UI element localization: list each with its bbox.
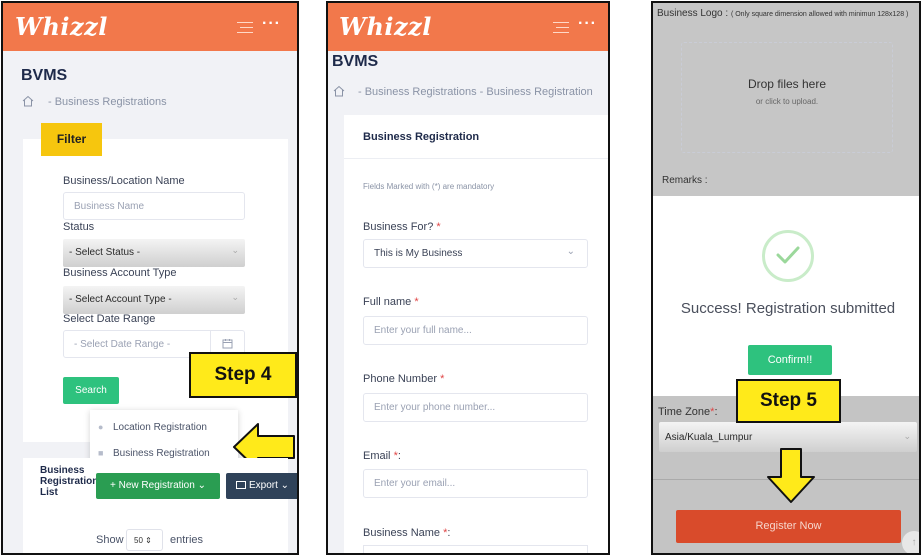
step-5-callout: Step 5 (736, 379, 841, 423)
logo-label-text: Business Logo : (657, 8, 729, 19)
app-logo: Whizzl (15, 12, 108, 41)
success-message: Success! Registration submitted (680, 300, 896, 317)
show-label: Show (96, 534, 124, 546)
more-icon[interactable]: ··· (262, 15, 281, 33)
account-type-value: - Select Account Type - (69, 294, 172, 305)
status-select[interactable]: - Select Status - ⌄ (63, 239, 245, 267)
confirm-button[interactable]: Confirm!! (748, 345, 832, 375)
account-type-label: Business Account Type (63, 267, 177, 279)
business-location-label: Business/Location Name (63, 175, 185, 187)
entries-value: 50 (134, 536, 143, 545)
card-divider (344, 158, 608, 159)
arrow-down-icon (767, 448, 815, 503)
success-dialog: Success! Registration submitted Confirm!… (653, 196, 919, 396)
business-name-label-text: Business Name (363, 527, 441, 539)
tutorial-composite: Whizzl ··· BVMS - Business Registrations… (0, 0, 922, 557)
app-logo: Whizzl (339, 12, 432, 41)
page-title: BVMS (332, 53, 379, 70)
briefcase-icon: ■ (98, 448, 104, 458)
account-type-select[interactable]: - Select Account Type - ⌄ (63, 286, 245, 314)
breadcrumb: - Business Registrations (48, 96, 167, 108)
phone-input[interactable]: Enter your phone number... (363, 393, 588, 422)
chevron-down-icon: ⌄ (903, 431, 911, 441)
timezone-label-text: Time Zone (658, 406, 711, 418)
full-name-label-text: Full name (363, 296, 412, 308)
status-value: - Select Status - (69, 247, 141, 258)
checkmark-icon (776, 246, 800, 264)
date-range-value: - Select Date Range - (74, 339, 171, 350)
mandatory-note: Fields Marked with (*) are mandatory (363, 182, 495, 191)
business-name-label: Business Name *: (363, 527, 450, 539)
date-range-label: Select Date Range (63, 313, 156, 325)
required-mark: * (440, 373, 445, 385)
entries-select[interactable]: 50 ⇕ (126, 529, 163, 551)
panel-registration-form: Whizzl ··· BVMS - Business Registrations… (326, 1, 610, 555)
status-label: Status (63, 221, 95, 233)
required-mark: * (414, 296, 419, 308)
business-for-select[interactable]: This is My Business ⌄ (363, 239, 588, 268)
email-input[interactable]: Enter your email... (363, 469, 588, 498)
app-header: Whizzl ··· (328, 3, 608, 51)
label-colon: : (447, 527, 451, 539)
business-for-label: Business For? * (363, 221, 441, 233)
stepper-icon: ⇕ (145, 536, 152, 545)
search-button[interactable]: Search (63, 377, 119, 404)
register-now-button[interactable]: Register Now (676, 510, 901, 543)
new-registration-button[interactable]: + New Registration ⌄ (96, 473, 220, 499)
email-label: Email *: (363, 450, 401, 462)
location-pin-icon: ● (98, 422, 104, 432)
export-icon (236, 481, 246, 490)
menu-icon[interactable] (237, 22, 253, 33)
step-4-callout: Step 4 (189, 352, 297, 398)
business-name-input[interactable]: Business Name (63, 192, 245, 220)
menu-icon[interactable] (553, 22, 569, 33)
panel-success: Business Logo : ( Only square dimension … (651, 1, 921, 555)
label-colon: : (397, 450, 401, 462)
more-icon[interactable]: ··· (578, 15, 597, 33)
logo-label: Business Logo : ( Only square dimension … (657, 7, 915, 21)
app-header: Whizzl ··· (3, 3, 297, 51)
chevron-down-icon: ⌄ (566, 246, 575, 257)
list-title: Business Registration List (40, 465, 99, 498)
scroll-top-icon[interactable]: ↑ (902, 531, 919, 553)
phone-label-text: Phone Number (363, 373, 437, 385)
filter-tab[interactable]: Filter (41, 123, 102, 156)
required-mark: * (436, 221, 441, 233)
business-for-value: This is My Business (374, 248, 463, 259)
chevron-down-icon: ⌄ (231, 245, 239, 255)
chevron-down-icon: ⌄ (231, 292, 239, 302)
full-name-label: Full name * (363, 296, 419, 308)
business-for-label-text: Business For? (363, 221, 434, 233)
timezone-value: Asia/Kuala_Lumpur (665, 432, 753, 443)
timezone-label: Time Zone*: (658, 406, 718, 418)
card-title: Business Registration (363, 131, 480, 143)
page-title: BVMS (21, 67, 68, 84)
export-label: Export ⌄ (249, 480, 290, 491)
phone-label: Phone Number * (363, 373, 444, 385)
breadcrumb: - Business Registrations - Business Regi… (358, 86, 593, 98)
home-icon[interactable] (333, 85, 345, 97)
export-button[interactable]: Export ⌄ (226, 473, 297, 499)
business-name-input[interactable] (363, 545, 588, 553)
logo-note: ( Only square dimension allowed with min… (730, 11, 909, 18)
calendar-icon[interactable] (222, 338, 233, 349)
full-name-input[interactable]: Enter your full name... (363, 316, 588, 345)
remarks-label: Remarks : (662, 175, 708, 186)
drop-subtitle: or click to upload. (755, 97, 819, 106)
menu-item-location-registration[interactable]: ● Location Registration (98, 422, 207, 433)
entries-label: entries (170, 534, 204, 546)
panel-business-list: Whizzl ··· BVMS - Business Registrations… (1, 1, 299, 555)
menu-item-label: Location Registration (113, 422, 207, 433)
label-colon: : (714, 406, 718, 418)
drop-title: Drop files here (747, 77, 827, 91)
email-label-text: Email (363, 450, 391, 462)
home-icon[interactable] (22, 95, 34, 107)
